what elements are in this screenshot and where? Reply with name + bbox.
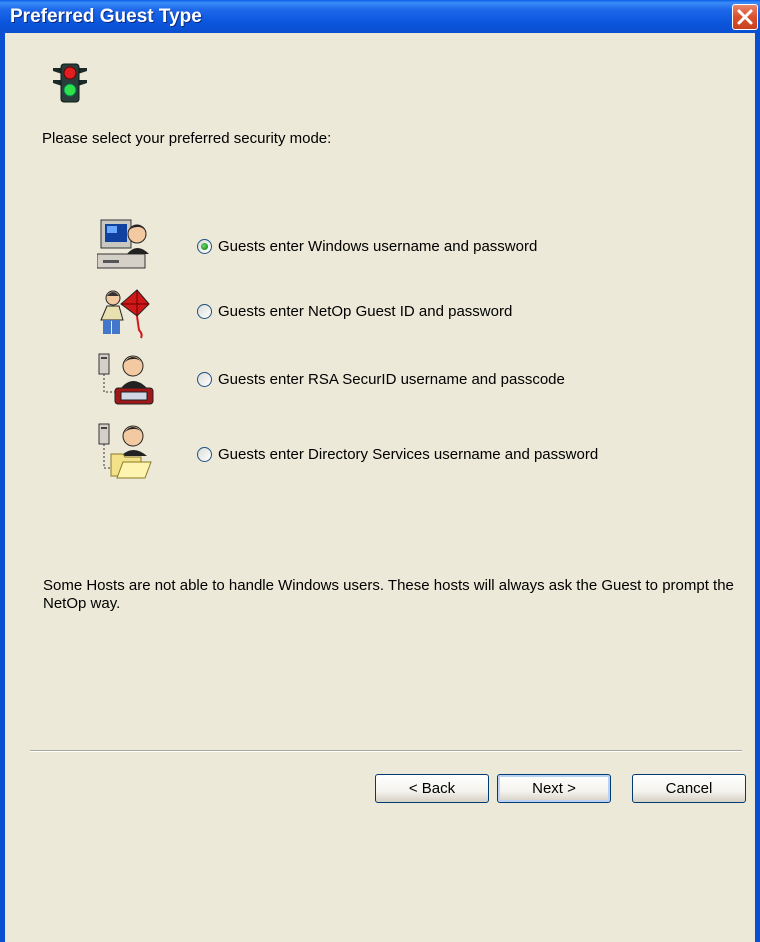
- netop-guest-icon: [100, 289, 150, 339]
- radio-directory-services[interactable]: [197, 447, 212, 462]
- option-directory-services[interactable]: Guests enter Directory Services username…: [197, 446, 598, 463]
- option-rsa-securid[interactable]: Guests enter RSA SecurID username and pa…: [197, 371, 565, 388]
- wizard-window: Preferred Guest Type Please select your …: [0, 0, 760, 942]
- close-button[interactable]: [732, 4, 758, 30]
- windows-users-note: Some Hosts are not able to handle Window…: [43, 577, 734, 612]
- radio-rsa-securid[interactable]: [197, 372, 212, 387]
- back-button[interactable]: < Back: [375, 774, 489, 803]
- option-label: Guests enter Directory Services username…: [218, 446, 599, 463]
- option-label: Guests enter Windows username and passwo…: [218, 238, 538, 255]
- dialog-content: [5, 33, 755, 942]
- window-frame-right: [755, 33, 760, 942]
- cancel-button[interactable]: Cancel: [632, 774, 746, 803]
- directory-services-icon: [98, 423, 152, 479]
- window-title: Preferred Guest Type: [10, 6, 202, 27]
- option-label: Guests enter RSA SecurID username and pa…: [218, 371, 565, 388]
- radio-netop-guest-id[interactable]: [197, 304, 212, 319]
- security-mode-prompt: Please select your preferred security mo…: [42, 130, 332, 147]
- option-label: Guests enter NetOp Guest ID and password: [218, 303, 513, 320]
- traffic-light-icon: [53, 63, 87, 103]
- button-separator: [30, 750, 742, 752]
- title-bar[interactable]: Preferred Guest Type: [0, 0, 760, 33]
- radio-windows-auth[interactable]: [197, 239, 212, 254]
- close-icon: [737, 9, 753, 25]
- option-netop-guest-id[interactable]: Guests enter NetOp Guest ID and password: [197, 303, 512, 320]
- computer-user-icon: [97, 219, 149, 269]
- next-button[interactable]: Next >: [497, 774, 611, 803]
- rsa-securid-icon: [98, 353, 154, 405]
- option-windows-auth[interactable]: Guests enter Windows username and passwo…: [197, 238, 537, 255]
